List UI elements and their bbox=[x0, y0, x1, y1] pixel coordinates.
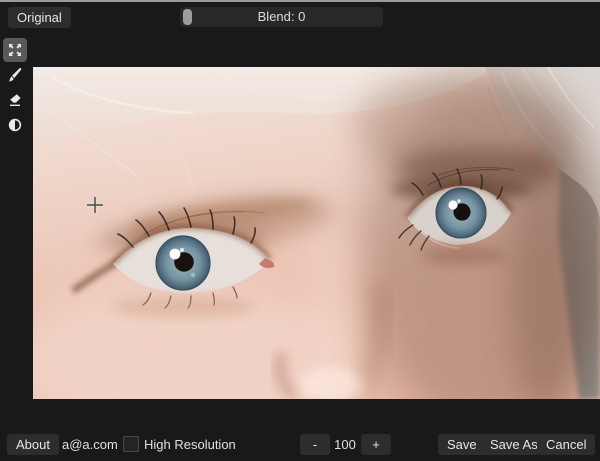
zoom-decrease-button[interactable]: - bbox=[300, 434, 330, 455]
photo-image bbox=[33, 67, 600, 399]
tool-palette bbox=[3, 38, 27, 138]
blend-slider[interactable]: Blend: 0 bbox=[180, 7, 383, 27]
high-resolution-checkbox[interactable] bbox=[123, 436, 139, 452]
window-top-border bbox=[0, 0, 600, 2]
about-button[interactable]: About bbox=[7, 434, 59, 455]
contrast-tool-button[interactable] bbox=[3, 113, 27, 137]
eraser-tool-button[interactable] bbox=[3, 88, 27, 112]
pan-tool-button[interactable] bbox=[3, 38, 27, 62]
zoom-increase-button[interactable]: + bbox=[361, 434, 391, 455]
email-label: a@a.com bbox=[62, 437, 118, 452]
blend-slider-label: Blend: 0 bbox=[257, 9, 306, 24]
contrast-drop-icon bbox=[7, 117, 23, 133]
high-resolution-label: High Resolution bbox=[144, 437, 236, 452]
original-button[interactable]: Original bbox=[8, 7, 71, 28]
save-button[interactable]: Save bbox=[438, 434, 486, 455]
brush-tool-button[interactable] bbox=[3, 63, 27, 87]
expand-arrows-icon bbox=[7, 42, 23, 58]
zoom-value: 100 bbox=[334, 437, 356, 452]
eraser-icon bbox=[7, 92, 23, 108]
photo-canvas[interactable] bbox=[33, 67, 600, 399]
brush-icon bbox=[7, 67, 23, 83]
cancel-button[interactable]: Cancel bbox=[537, 434, 596, 455]
